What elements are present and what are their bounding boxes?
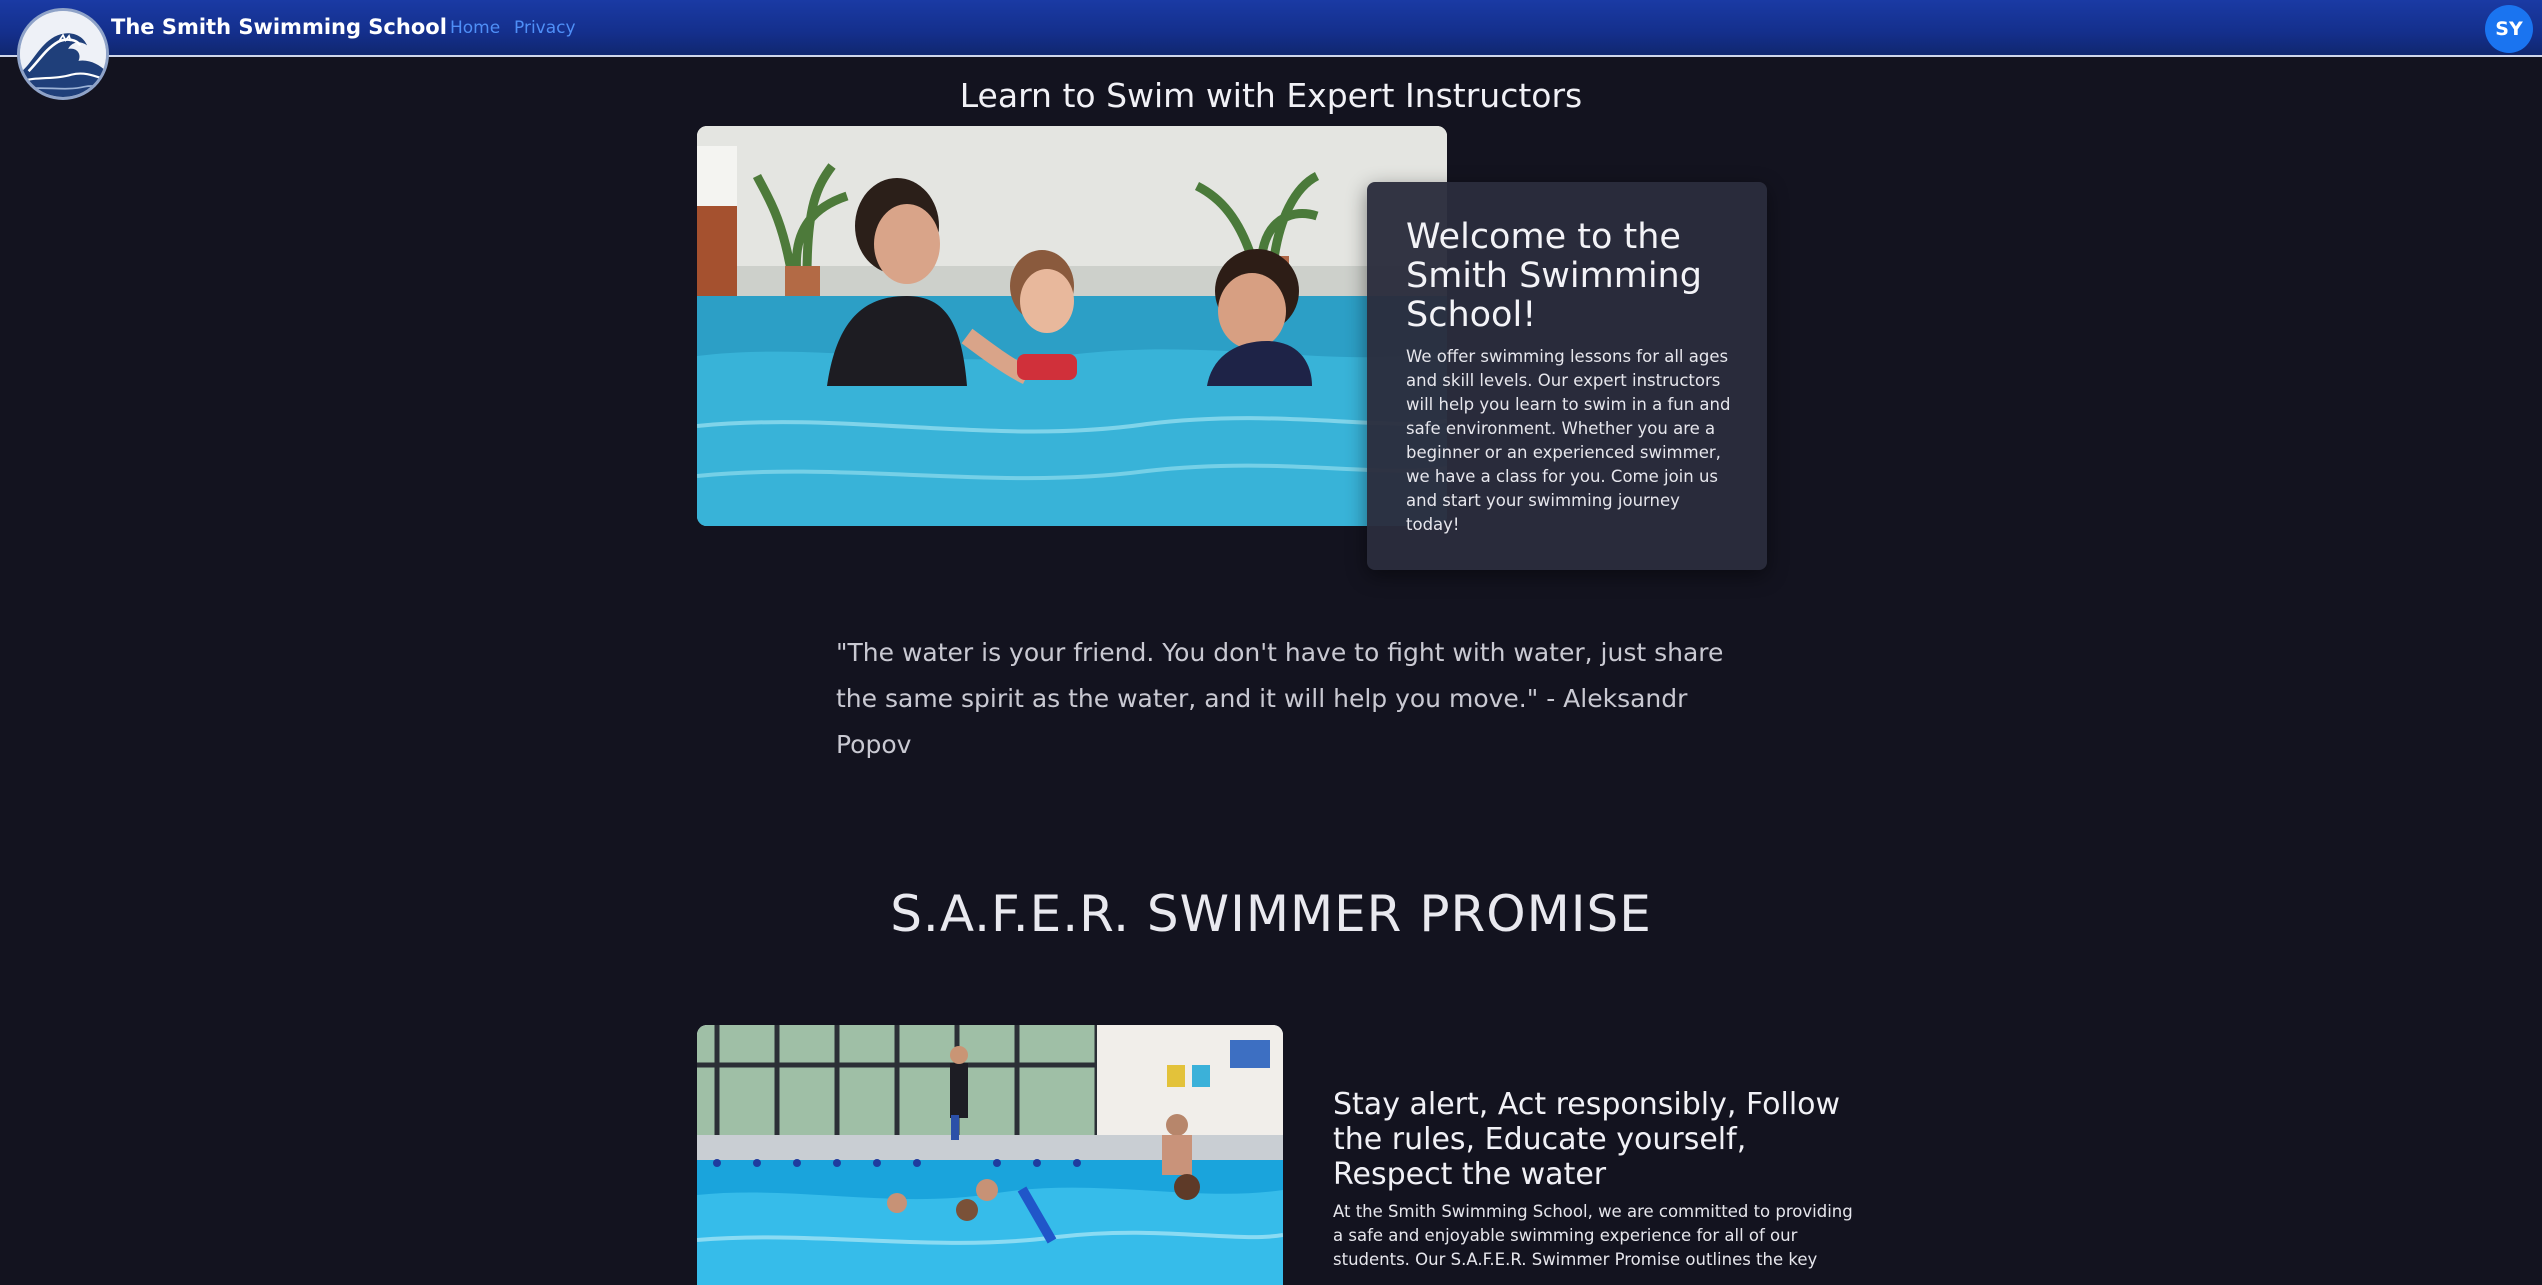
hero-title: Learn to Swim with Expert Instructors	[959, 76, 1583, 115]
hero-image-swim-lesson	[697, 126, 1447, 526]
welcome-text: We offer swimming lessons for all ages a…	[1406, 347, 1731, 534]
wave-logo-icon[interactable]	[17, 8, 109, 100]
nav-link-home[interactable]: Home	[450, 18, 500, 38]
nav-link-privacy[interactable]: Privacy	[514, 18, 576, 38]
top-navbar: The Smith Swimming School Home Privacy S…	[0, 0, 2542, 100]
swimming-quote: "The water is your friend. You don't hav…	[836, 638, 1724, 759]
user-avatar[interactable]: SY	[2485, 5, 2533, 53]
welcome-card: Welcome to the Smith Swimming School! We…	[1367, 182, 1767, 570]
promise-heading: Stay alert, Act responsibly, Follow the …	[1333, 1087, 1841, 1192]
promise-text: At the Smith Swimming School, we are com…	[1333, 1202, 1853, 1269]
brand-name[interactable]: The Smith Swimming School	[111, 15, 447, 39]
promise-section-title: S.A.F.E.R. SWIMMER PROMISE	[890, 885, 1652, 943]
welcome-title: Welcome to the Smith Swimming School!	[1406, 217, 1702, 335]
promise-image-pool-class	[697, 1025, 1283, 1285]
